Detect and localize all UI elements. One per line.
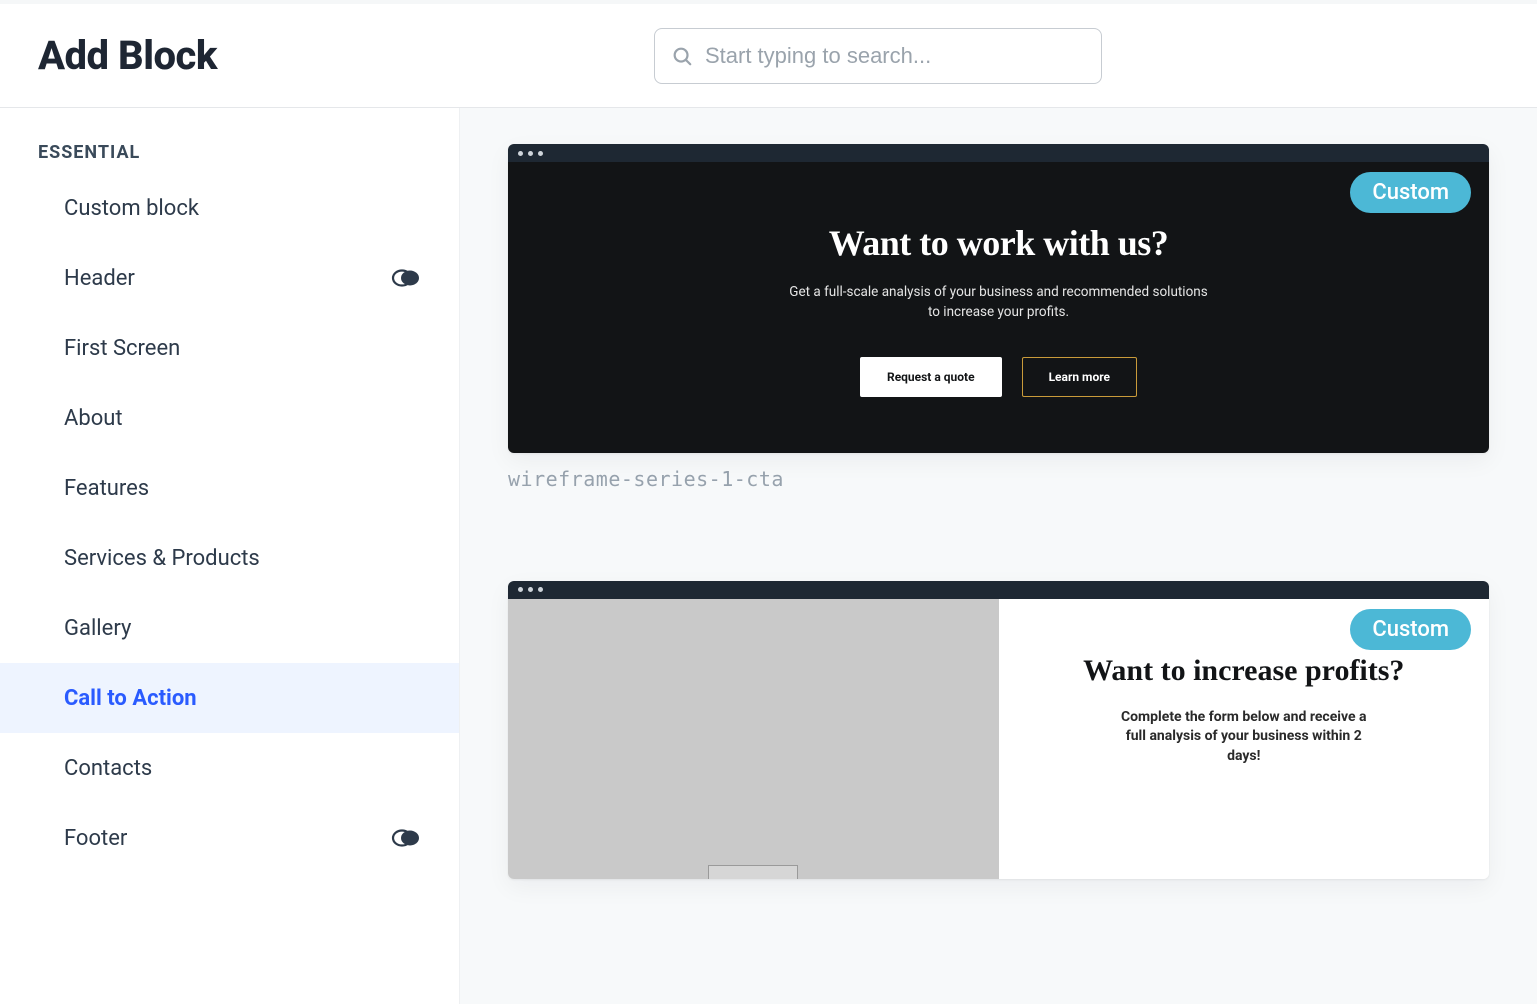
block-preview: Custom Want to work with us? Get a full-… bbox=[508, 144, 1489, 453]
block-preview-card[interactable]: Custom Want to work with us? Get a full-… bbox=[508, 144, 1489, 491]
search-wrap bbox=[654, 28, 1102, 84]
app-body: ESSENTIAL Custom block Header First Scre… bbox=[0, 108, 1537, 1004]
request-quote-button[interactable]: Request a quote bbox=[860, 357, 1002, 397]
sidebar-item-about[interactable]: About bbox=[0, 383, 459, 453]
app-header: Add Block bbox=[0, 0, 1537, 108]
sidebar-item-label: Call to Action bbox=[64, 686, 197, 711]
custom-badge: Custom bbox=[1350, 609, 1471, 650]
cta-heading: Want to increase profits? bbox=[1033, 651, 1456, 690]
sidebar-item-custom-block[interactable]: Custom block bbox=[0, 173, 459, 243]
window-dot-icon bbox=[538, 587, 543, 592]
sidebar-item-label: About bbox=[64, 406, 123, 431]
sidebar-item-label: First Screen bbox=[64, 336, 180, 361]
custom-badge: Custom bbox=[1350, 172, 1471, 213]
sidebar-item-label: Custom block bbox=[64, 196, 199, 221]
image-placeholder bbox=[508, 599, 999, 879]
toggle-icon[interactable] bbox=[391, 828, 421, 848]
learn-more-button[interactable]: Learn more bbox=[1022, 357, 1137, 397]
cta-subtext: Complete the form below and receive a fu… bbox=[1114, 708, 1374, 767]
sidebar-item-services-products[interactable]: Services & Products bbox=[0, 523, 459, 593]
browser-bar bbox=[508, 144, 1489, 162]
search-box[interactable] bbox=[654, 28, 1102, 84]
block-preview: Custom Want to increase profits? Complet… bbox=[508, 581, 1489, 879]
sidebar-item-label: Footer bbox=[64, 826, 127, 851]
page-title: Add Block bbox=[38, 32, 217, 79]
sidebar-item-first-screen[interactable]: First Screen bbox=[0, 313, 459, 383]
window-dot-icon bbox=[538, 151, 543, 156]
split-layout: Want to increase profits? Complete the f… bbox=[508, 599, 1489, 879]
sidebar-item-gallery[interactable]: Gallery bbox=[0, 593, 459, 663]
sidebar: ESSENTIAL Custom block Header First Scre… bbox=[0, 108, 460, 1004]
window-dot-icon bbox=[518, 151, 523, 156]
sidebar-item-footer[interactable]: Footer bbox=[0, 803, 459, 873]
cta-button-row: Request a quote Learn more bbox=[548, 357, 1449, 397]
cta-heading: Want to work with us? bbox=[548, 222, 1449, 264]
preview-area[interactable]: Custom Want to work with us? Get a full-… bbox=[460, 108, 1537, 1004]
sidebar-item-label: Services & Products bbox=[64, 546, 260, 571]
block-preview-card[interactable]: Custom Want to increase profits? Complet… bbox=[508, 581, 1489, 879]
window-dot-icon bbox=[528, 587, 533, 592]
toggle-icon[interactable] bbox=[391, 268, 421, 288]
sidebar-item-call-to-action[interactable]: Call to Action bbox=[0, 663, 459, 733]
search-icon bbox=[671, 45, 693, 67]
block-caption: wireframe-series-1-cta bbox=[508, 467, 1489, 491]
sidebar-item-label: Contacts bbox=[64, 756, 152, 781]
window-dot-icon bbox=[518, 587, 523, 592]
search-input[interactable] bbox=[705, 43, 1085, 69]
sidebar-item-contacts[interactable]: Contacts bbox=[0, 733, 459, 803]
cta-subtext: Get a full-scale analysis of your busine… bbox=[789, 282, 1209, 323]
sidebar-item-header[interactable]: Header bbox=[0, 243, 459, 313]
placeholder-box-icon bbox=[708, 865, 798, 879]
sidebar-item-label: Gallery bbox=[64, 616, 131, 641]
sidebar-item-label: Features bbox=[64, 476, 149, 501]
sidebar-item-features[interactable]: Features bbox=[0, 453, 459, 523]
sidebar-item-label: Header bbox=[64, 266, 135, 291]
browser-bar bbox=[508, 581, 1489, 599]
sidebar-section-label: ESSENTIAL bbox=[0, 142, 459, 173]
cta-dark-section: Want to work with us? Get a full-scale a… bbox=[508, 162, 1489, 453]
window-dot-icon bbox=[528, 151, 533, 156]
